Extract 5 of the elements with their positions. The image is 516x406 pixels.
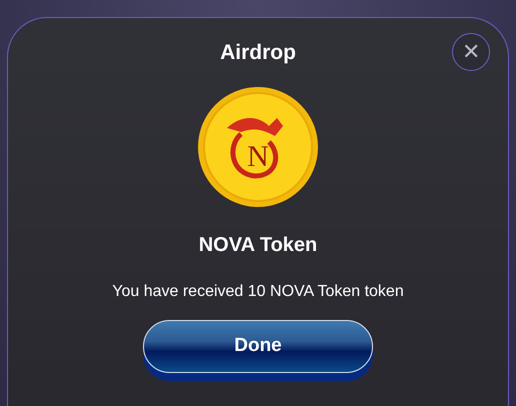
token-name: NOVA Token	[198, 233, 318, 258]
dialog-title: Airdrop	[220, 40, 296, 66]
dragon-coin-icon: N	[197, 86, 319, 208]
close-button[interactable]: ✕	[452, 33, 490, 71]
received-message: You have received 10 NOVA Token token	[112, 282, 404, 302]
